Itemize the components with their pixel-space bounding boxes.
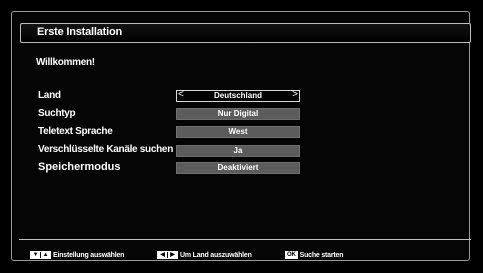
hint-select-country: ◀ ▶ Um Land auszuwählen xyxy=(157,250,252,260)
footer-divider xyxy=(19,239,471,240)
welcome-text: Willkommen! xyxy=(36,57,95,68)
up-down-keys: ▼ ▲ xyxy=(30,251,51,259)
setting-label-search-type: Suchtyp xyxy=(38,108,76,119)
title-bar: Erste Installation xyxy=(20,23,471,43)
setting-label-store-mode: Speichermodus xyxy=(38,161,121,173)
country-value: Deutschland xyxy=(213,91,262,100)
setting-label-country: Land xyxy=(38,90,61,101)
arrow-down-icon: ▼ xyxy=(31,252,41,258)
search-type-value: Nur Digital xyxy=(217,109,259,118)
setting-label-encrypted-channels: Verschlüsselte Kanäle suchen xyxy=(38,144,174,155)
encrypted-channels-selector[interactable]: Ja xyxy=(176,145,300,157)
arrow-right-icon: ▶ xyxy=(168,252,177,258)
arrow-left-icon: ◀ xyxy=(158,252,168,258)
search-type-selector[interactable]: Nur Digital xyxy=(176,108,300,120)
hint-search-label: Suche starten xyxy=(299,251,344,259)
store-mode-value: Deaktiviert xyxy=(217,163,259,172)
setting-label-teletext-language: Teletext Sprache xyxy=(38,126,113,137)
chevron-right-icon[interactable]: > xyxy=(292,90,298,100)
encrypted-channels-value: Ja xyxy=(233,146,243,155)
hint-select-label: Einstellung auswählen xyxy=(53,251,125,259)
store-mode-selector[interactable]: Deaktiviert xyxy=(176,162,300,174)
hint-select-setting: ▼ ▲ Einstellung auswählen xyxy=(30,250,124,260)
teletext-language-value: West xyxy=(228,127,248,136)
hint-start-search: OK Suche starten xyxy=(285,250,344,260)
dialog-title: Erste Installation xyxy=(37,26,123,38)
teletext-language-selector[interactable]: West xyxy=(176,126,300,138)
hint-country-label: Um Land auszuwählen xyxy=(180,251,252,259)
country-selector[interactable]: < Deutschland > xyxy=(176,90,300,102)
left-right-keys: ◀ ▶ xyxy=(157,251,178,259)
arrow-up-icon: ▲ xyxy=(41,252,50,258)
ok-key-icon: OK xyxy=(285,251,298,259)
chevron-left-icon[interactable]: < xyxy=(178,90,184,100)
